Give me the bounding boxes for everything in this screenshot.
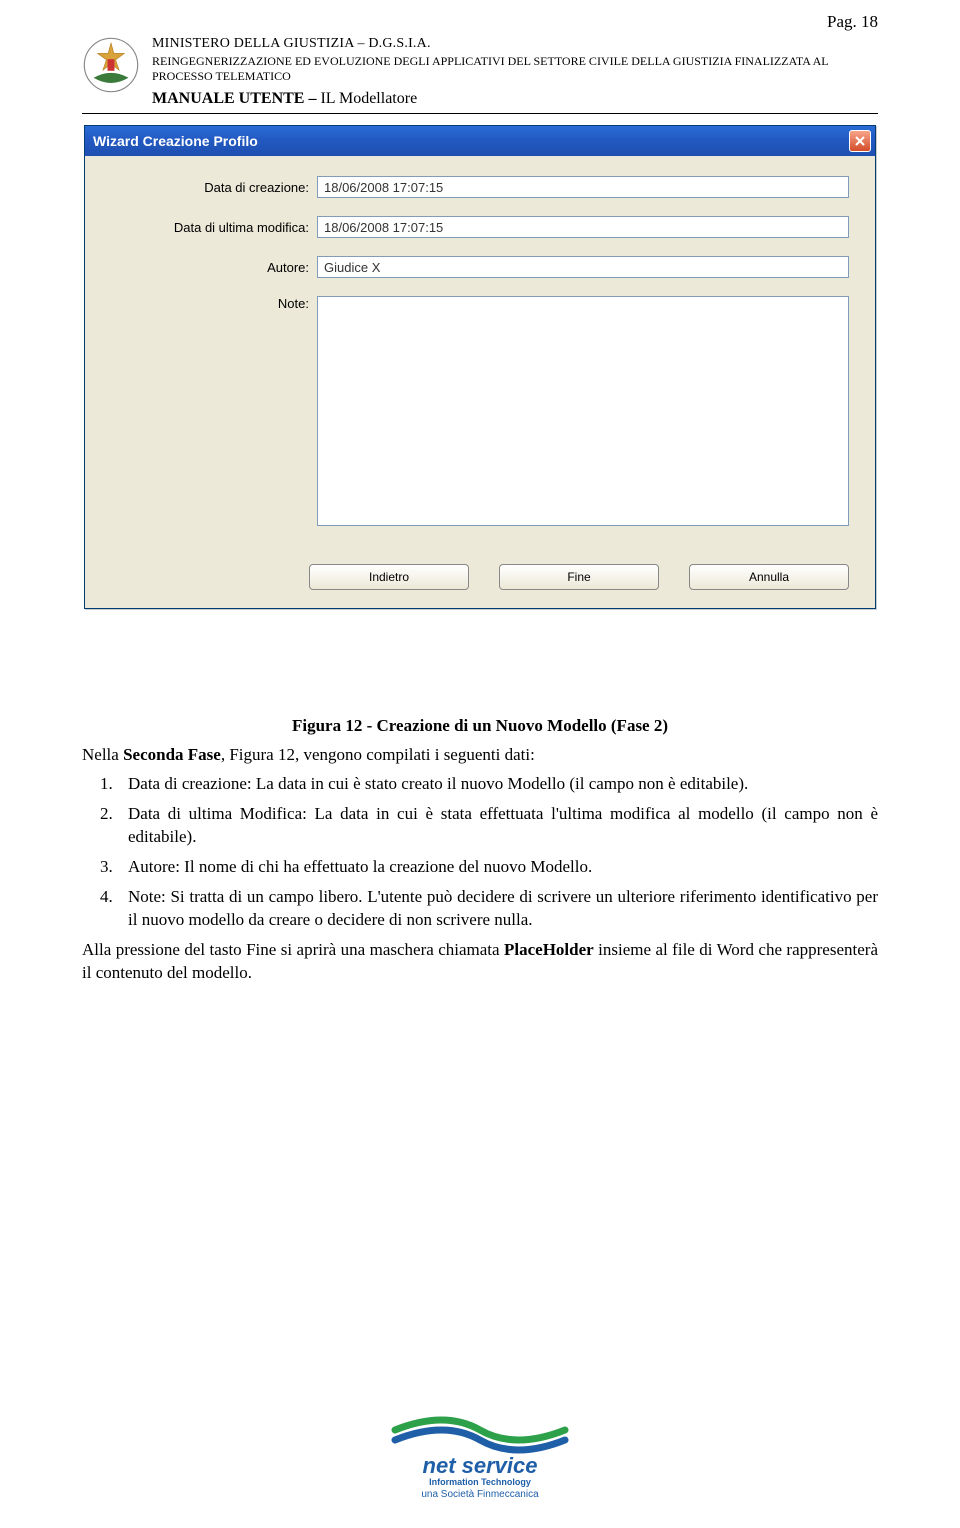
indietro-button[interactable]: Indietro <box>309 564 469 590</box>
list-item: 2.Data di ultima Modifica: La data in cu… <box>128 803 878 849</box>
footer-brand: net service <box>423 1453 538 1478</box>
page-header: MINISTERO DELLA GIUSTIZIA – D.G.S.I.A. R… <box>82 36 878 114</box>
header-subtitle: REINGEGNERIZZAZIONE ED EVOLUZIONE DEGLI … <box>152 54 878 84</box>
wizard-dialog: Wizard Creazione Profilo Data di creazio… <box>84 125 876 609</box>
close-button[interactable] <box>849 130 871 152</box>
italy-emblem-icon <box>82 36 140 94</box>
autore-label: Autore: <box>85 260 317 275</box>
note-field[interactable] <box>317 296 849 526</box>
header-manual-title: MANUALE UTENTE – IL Modellatore <box>152 90 878 108</box>
footer-brand-sub: Information Technology <box>385 1477 575 1487</box>
data-modifica-label: Data di ultima modifica: <box>85 220 317 235</box>
data-modifica-field: 18/06/2008 17:07:15 <box>317 216 849 238</box>
dialog-titlebar: Wizard Creazione Profilo <box>85 126 875 156</box>
note-label: Note: <box>85 296 317 311</box>
list-item: 1.Data di creazione: La data in cui è st… <box>128 773 878 796</box>
autore-field[interactable]: Giudice X <box>317 256 849 278</box>
data-creazione-label: Data di creazione: <box>85 180 317 195</box>
list-item: 3.Autore: Il nome di chi ha effettuato l… <box>128 856 878 879</box>
figure-caption: Figura 12 - Creazione di un Nuovo Modell… <box>82 716 878 736</box>
header-ministry: MINISTERO DELLA GIUSTIZIA – D.G.S.I.A. <box>152 36 878 52</box>
annulla-button[interactable]: Annulla <box>689 564 849 590</box>
close-icon <box>855 136 865 146</box>
footer-brand-tag: una Società Finmeccanica <box>385 1489 575 1500</box>
page-number: Pag. 18 <box>827 12 878 32</box>
dialog-title: Wizard Creazione Profilo <box>93 133 258 149</box>
body-text: Nella Seconda Fase, Figura 12, vengono c… <box>82 744 878 990</box>
data-creazione-field: 18/06/2008 17:07:15 <box>317 176 849 198</box>
footer-logo: net service Information Technology una S… <box>385 1412 575 1500</box>
fine-button[interactable]: Fine <box>499 564 659 590</box>
list-item: 4.Note: Si tratta di un campo libero. L'… <box>128 886 878 932</box>
